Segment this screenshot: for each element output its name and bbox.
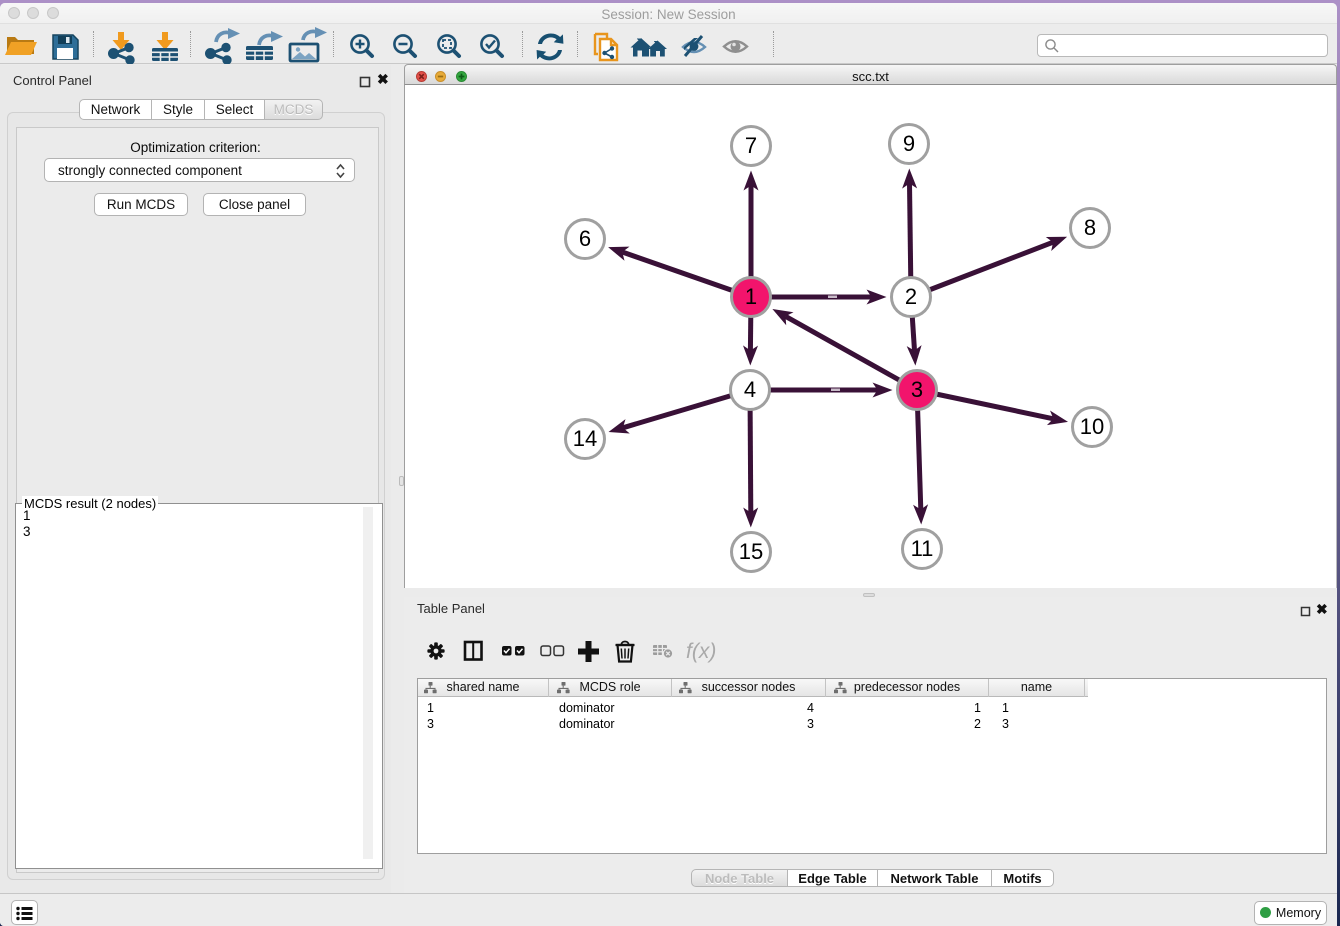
svg-text:f(x): f(x) (686, 640, 716, 663)
svg-text:7: 7 (745, 133, 757, 158)
svg-text:10: 10 (1080, 414, 1104, 439)
svg-text:14: 14 (573, 426, 597, 451)
svg-text:9: 9 (903, 131, 915, 156)
svg-text:3: 3 (911, 377, 923, 402)
svg-text:4: 4 (744, 377, 756, 402)
svg-text:8: 8 (1084, 215, 1096, 240)
svg-text:6: 6 (579, 226, 591, 251)
svg-text:15: 15 (739, 539, 763, 564)
svg-text:1: 1 (745, 284, 757, 309)
svg-text:2: 2 (905, 284, 917, 309)
svg-text:11: 11 (911, 536, 934, 561)
